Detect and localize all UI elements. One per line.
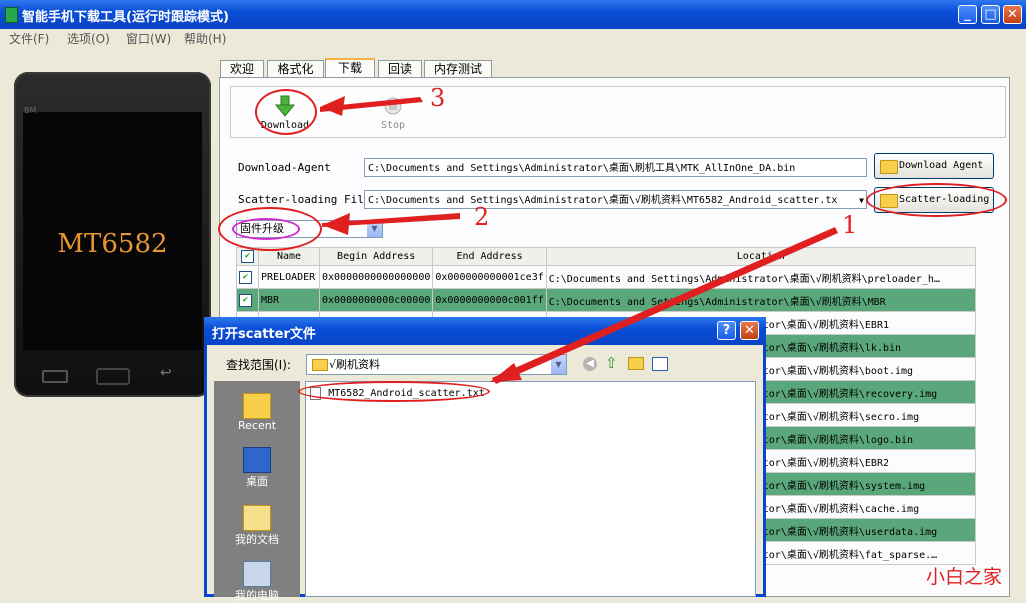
- annotation-number-3: 3: [430, 84, 446, 112]
- watermark: 小白之家: [926, 566, 1003, 588]
- annotation-number-2: 2: [474, 203, 490, 231]
- arrow-3-head: [320, 96, 345, 116]
- annotation-number-1: 1: [842, 211, 858, 239]
- arrow-2-head: [322, 213, 350, 235]
- arrow-1: [492, 227, 838, 384]
- annotation-arrows: [320, 96, 838, 384]
- arrow-1-head: [490, 363, 522, 382]
